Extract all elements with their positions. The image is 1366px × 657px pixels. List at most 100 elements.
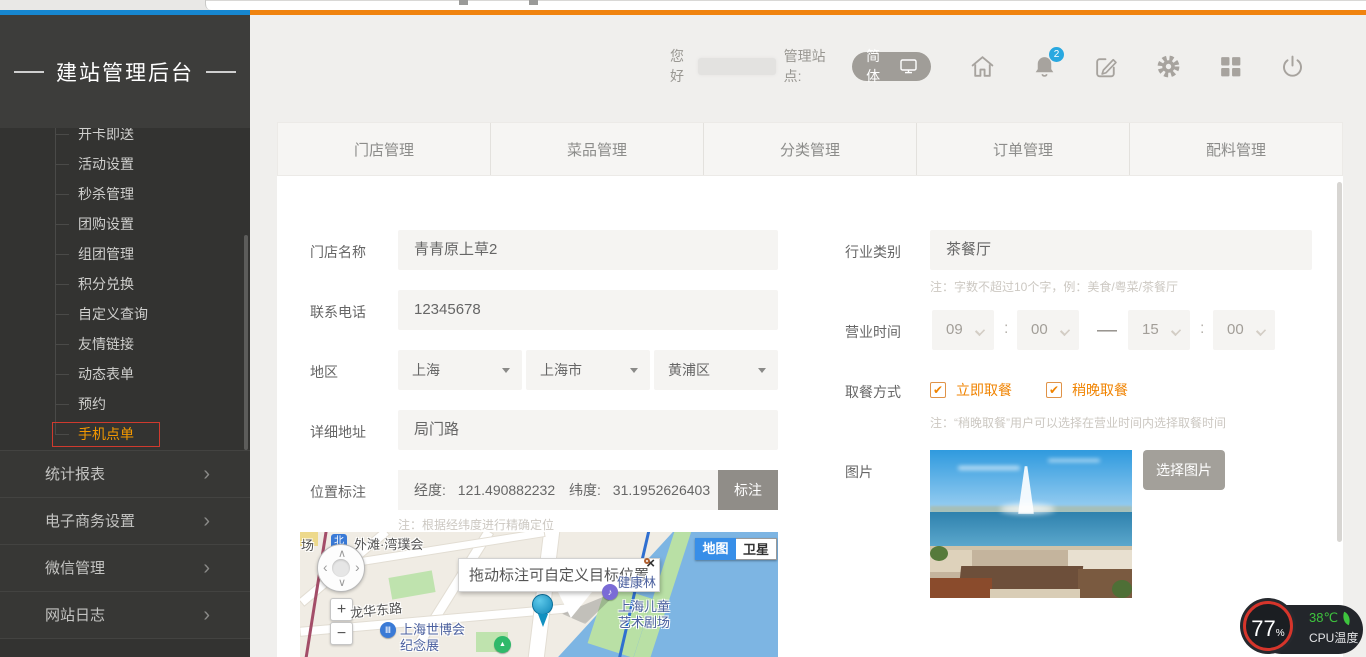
tab-ingredient-management[interactable]: 配料管理 (1130, 123, 1342, 175)
sidebar-title: 建站管理后台 (0, 15, 250, 128)
browser-icon-fragment (459, 0, 468, 5)
map-zoom-out-button[interactable]: − (330, 622, 353, 645)
apps-grid-icon[interactable] (1217, 53, 1244, 80)
phone-input[interactable]: 12345678 (398, 290, 778, 330)
sidebar-item-label: 活动设置 (78, 156, 134, 172)
district-select[interactable]: 黄浦区 (654, 350, 778, 390)
sidebar-item-yuyue[interactable]: 预约 (0, 389, 250, 419)
sidebar-menu: 开卡即送 活动设置 秒杀管理 团购设置 组团管理 积分兑换 自定义查询 友情链接… (0, 128, 250, 450)
later-pickup-label[interactable]: 稍晚取餐 (1072, 380, 1128, 400)
address-label: 详细地址 (310, 422, 366, 442)
latitude-value: 31.1952626403 (613, 482, 710, 498)
longitude-label: 经度: (414, 482, 446, 498)
pan-left-icon[interactable]: ‹ (323, 562, 328, 572)
photo-facade (990, 589, 1080, 598)
coordinates-field[interactable]: 经度: 121.490882232 纬度: 31.1952626403 (398, 470, 718, 510)
city-select[interactable]: 上海市 (526, 350, 650, 390)
leaf-icon (1340, 611, 1352, 624)
cpu-monitor-widget[interactable]: 77% 38℃ CPU温度 (1243, 601, 1363, 657)
sidebar-item-label: 积分兑换 (78, 276, 134, 292)
tab-order-management[interactable]: 订单管理 (917, 123, 1130, 175)
power-logout-icon[interactable] (1279, 53, 1306, 80)
checkbox-immediate-pickup[interactable]: ✔ (930, 382, 946, 398)
sidebar-section-dianzishangwu[interactable]: 电子商务设置› (0, 497, 250, 544)
caret-down-icon (502, 368, 510, 373)
edit-icon[interactable] (1093, 53, 1120, 80)
map-type-map-button[interactable]: 地图 (695, 538, 736, 560)
checkbox-later-pickup[interactable]: ✔ (1046, 382, 1062, 398)
tab-category-management[interactable]: 分类管理 (704, 123, 917, 175)
sidebar-item-huodongshezhi[interactable]: 活动设置 (0, 149, 250, 179)
close-hour-select[interactable]: 15 (1128, 310, 1190, 350)
sidebar-item-shoujidiandan-selected[interactable]: 手机点单 (0, 419, 250, 449)
province-select[interactable]: 上海 (398, 350, 522, 390)
title-dash-left (14, 71, 44, 73)
map-pan-control[interactable]: ∧ ∨ ‹ › (317, 544, 365, 592)
sidebar-item-label: 动态表单 (78, 366, 134, 382)
map-pin-icon[interactable] (532, 594, 553, 615)
open-minute-select[interactable]: 00 (1017, 310, 1079, 350)
sidebar-section-tongjibaobiao[interactable]: 统计报表› (0, 450, 250, 497)
language-switch-pill[interactable]: 简体 (852, 52, 931, 81)
sidebar-item-zutuanguanli[interactable]: 组团管理 (0, 239, 250, 269)
close-hour-value: 15 (1142, 321, 1159, 338)
sidebar-scrollbar[interactable] (244, 235, 248, 450)
map-widget[interactable]: 场 北 外滩·湾璞会 ∧ ∨ ‹ › + − 龙华东路 Ⅲ 上海世博会 纪念展 … (300, 532, 778, 657)
store-name-input[interactable]: 青青原上草2 (398, 230, 778, 270)
sidebar-item-zidingyichaxun[interactable]: 自定义查询 (0, 299, 250, 329)
close-minute-select[interactable]: 00 (1213, 310, 1275, 350)
map-label-theater-line2: 艺术剧场 (618, 612, 670, 631)
address-input[interactable]: 局门路 (398, 410, 778, 450)
tab-dish-management[interactable]: 菜品管理 (491, 123, 704, 175)
pan-right-icon[interactable]: › (355, 562, 360, 572)
sidebar-section-weixinguanli[interactable]: 微信管理 › (0, 544, 250, 591)
selected-item-highlight-box (52, 422, 160, 447)
browser-edge-strip (0, 0, 1366, 10)
section-label: 微信管理 (45, 560, 105, 577)
sidebar-item-miaoshaguanli[interactable]: 秒杀管理 (0, 179, 250, 209)
time-colon: : (1004, 320, 1008, 338)
industry-label: 行业类别 (845, 242, 901, 262)
main-area: 您好 管理站点: 简体 2 (250, 15, 1366, 657)
open-hour-select[interactable]: 09 (932, 310, 994, 350)
chevron-right-icon: › (203, 545, 210, 592)
scenic-photo-icon: ▲ (494, 636, 511, 653)
longitude-value: 121.490882232 (458, 482, 555, 498)
settings-gear-icon[interactable] (1155, 53, 1182, 80)
map-label-bund: 外滩·湾璞会 (354, 534, 423, 553)
pan-down-icon[interactable]: ∨ (338, 578, 346, 588)
phone-label: 联系电话 (310, 302, 366, 322)
sidebar-item-kaikajisong[interactable]: 开卡即送 (0, 128, 250, 149)
section-label: 网站日志 (45, 607, 105, 624)
sidebar-section-wangzhanrizhi[interactable]: 网站日志› (0, 591, 250, 638)
industry-input[interactable]: 茶餐厅 (930, 230, 1312, 270)
photo-cloud (1048, 459, 1100, 462)
photo-roof (930, 578, 992, 598)
content-scrollbar[interactable] (1337, 182, 1342, 542)
cpu-percent-value: 77 (1251, 616, 1275, 641)
mark-location-button[interactable]: 标注 (718, 470, 778, 510)
tab-store-management[interactable]: 门店管理 (278, 123, 491, 175)
image-label: 图片 (845, 462, 873, 482)
header-bar: 您好 管理站点: 简体 2 (670, 48, 1306, 84)
monitor-icon (900, 59, 917, 74)
map-type-satellite-button[interactable]: 卫星 (736, 538, 777, 560)
sidebar-item-label: 友情链接 (78, 336, 134, 352)
region-label: 地区 (310, 362, 338, 382)
pan-hub[interactable] (332, 559, 350, 577)
pan-up-icon[interactable]: ∧ (338, 549, 346, 559)
cpu-percent-unit: % (1276, 628, 1285, 639)
notifications-bell-icon[interactable]: 2 (1031, 53, 1058, 80)
sidebar-item-dongtaibiaodan[interactable]: 动态表单 (0, 359, 250, 389)
module-tabs: 门店管理 菜品管理 分类管理 订单管理 配料管理 (277, 122, 1343, 176)
sidebar-item-jifenduihuan[interactable]: 积分兑换 (0, 269, 250, 299)
home-icon[interactable] (969, 53, 996, 80)
map-label-expo-line2: 纪念展 (400, 635, 439, 654)
sidebar-item-youqinglianjie[interactable]: 友情链接 (0, 329, 250, 359)
cpu-temperature-value: 38℃ (1309, 610, 1338, 626)
sidebar-item-tuangoushezhi[interactable]: 团购设置 (0, 209, 250, 239)
choose-image-button[interactable]: 选择图片 (1143, 450, 1225, 490)
location-note: 注：根据经纬度进行精确定位 (398, 516, 554, 533)
immediate-pickup-label[interactable]: 立即取餐 (956, 380, 1012, 400)
chevron-down-icon (975, 326, 985, 336)
